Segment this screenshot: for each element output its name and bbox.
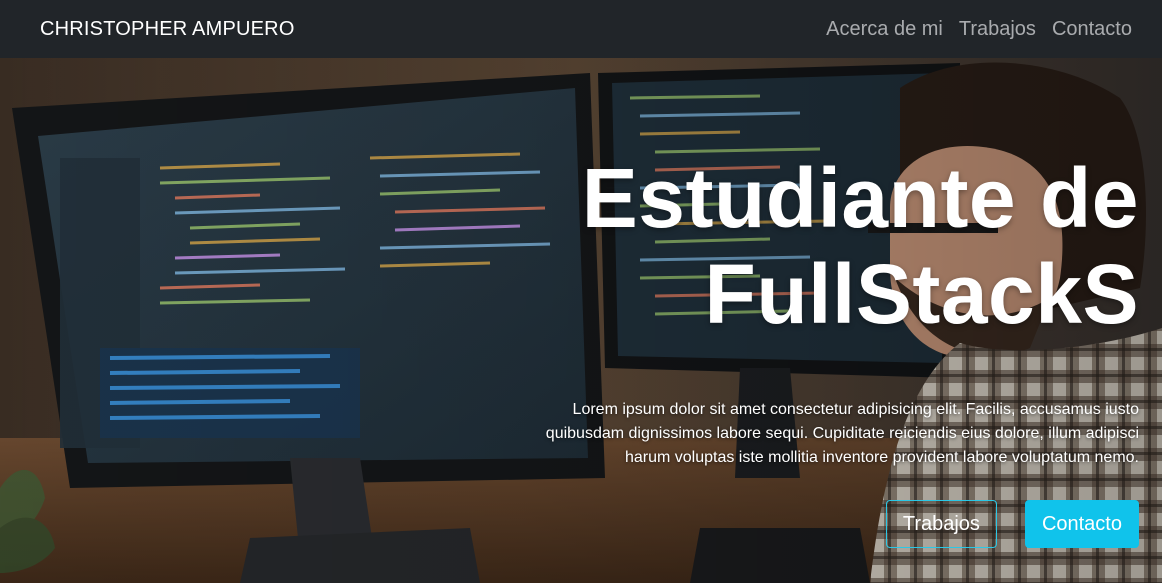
- hero-title-line-2: FullStackS: [704, 247, 1139, 341]
- hero-section: Estudiante de FullStackS Lorem ipsum dol…: [0, 58, 1162, 583]
- works-button[interactable]: Trabajos: [885, 500, 997, 548]
- hero-content: Estudiante de FullStackS Lorem ipsum dol…: [499, 150, 1139, 548]
- nav-link-works[interactable]: Trabajos: [959, 18, 1036, 41]
- navbar: CHRISTOPHER AMPUERO Acerca de mi Trabajo…: [0, 0, 1162, 58]
- nav-links: Acerca de mi Trabajos Contacto: [826, 18, 1132, 41]
- nav-link-contact[interactable]: Contacto: [1052, 18, 1132, 41]
- hero-title-line-1: Estudiante de: [581, 151, 1139, 245]
- brand-logo[interactable]: CHRISTOPHER AMPUERO: [40, 18, 295, 41]
- hero-description: Lorem ipsum dolor sit amet consectetur a…: [545, 401, 1139, 466]
- hero-title: Estudiante de FullStackS: [499, 150, 1139, 342]
- nav-link-about[interactable]: Acerca de mi: [826, 18, 943, 41]
- contact-button[interactable]: Contacto: [1024, 500, 1139, 548]
- hero-buttons: Trabajos Contacto: [885, 500, 1139, 548]
